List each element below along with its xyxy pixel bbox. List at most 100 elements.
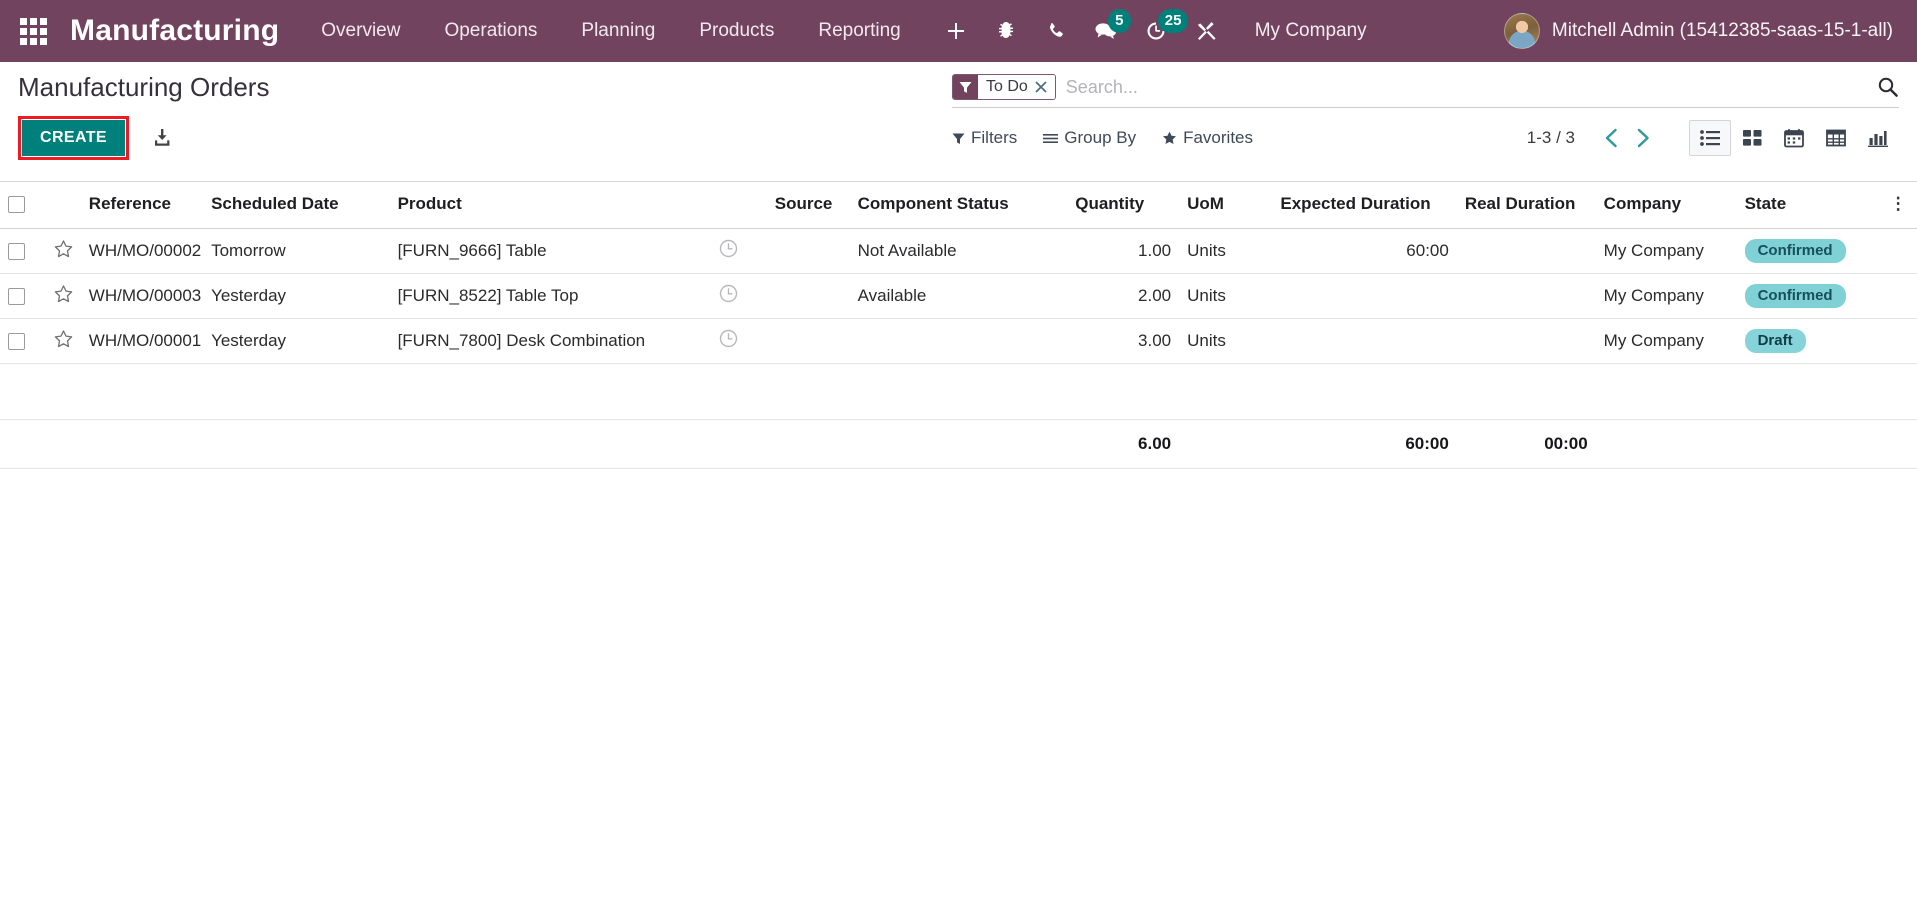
table-row[interactable]: WH/MO/00003 Yesterday [FURN_8522] Table … [0, 273, 1917, 319]
apps-menu-button[interactable] [10, 8, 56, 54]
row-select-cell [0, 318, 46, 364]
header-source[interactable]: Source [766, 182, 850, 229]
filters-label: Filters [971, 128, 1018, 147]
company-switcher[interactable]: My Company [1255, 20, 1367, 42]
total-quantity: 6.00 [1067, 419, 1180, 469]
clock-icon[interactable] [719, 329, 738, 353]
favorites-dropdown[interactable]: Favorites [1162, 128, 1253, 148]
chevron-left-icon[interactable] [1595, 127, 1627, 149]
cell-scheduled-date: Yesterday [203, 273, 390, 319]
pivot-view-icon[interactable] [1815, 120, 1857, 156]
header-uom[interactable]: UoM [1179, 182, 1273, 229]
header-reference[interactable]: Reference [80, 182, 204, 229]
status-badge: Confirmed [1744, 239, 1846, 263]
manufacturing-orders-list: Reference Scheduled Date Product Source … [0, 182, 1917, 829]
avatar [1503, 13, 1540, 49]
header-options: ⋮ [1881, 182, 1917, 229]
groupby-dropdown[interactable]: Group By [1043, 128, 1136, 148]
header-real-duration[interactable]: Real Duration [1456, 182, 1596, 229]
cell-expected-duration: 60:00 [1272, 228, 1457, 274]
star-icon[interactable] [54, 239, 73, 263]
cell-component-status: Not Available [849, 228, 1068, 274]
cell-activity [690, 273, 767, 319]
tools-icon[interactable] [1181, 9, 1231, 53]
graph-view-icon[interactable] [1857, 120, 1899, 156]
menu-item-products[interactable]: Products [677, 0, 796, 62]
row-favorite-cell [45, 273, 81, 319]
header-product[interactable]: Product [389, 182, 691, 229]
search-input[interactable] [1061, 76, 1867, 98]
cell-reference: WH/MO/00001 [80, 318, 204, 364]
search-panel: To Do [952, 72, 1899, 108]
cell-company: My Company [1595, 318, 1737, 364]
create-button[interactable]: CREATE [22, 120, 125, 156]
cell-company: My Company [1595, 228, 1737, 274]
table-header-row: Reference Scheduled Date Product Source … [0, 182, 1917, 229]
cell-real-duration [1456, 318, 1596, 364]
status-badge: Confirmed [1744, 284, 1846, 308]
filters-dropdown[interactable]: Filters [952, 128, 1017, 148]
row-checkbox[interactable] [8, 333, 25, 351]
row-checkbox[interactable] [8, 243, 25, 261]
star-icon[interactable] [54, 329, 73, 353]
orders-table: Reference Scheduled Date Product Source … [0, 182, 1917, 469]
table-row[interactable]: WH/MO/00001 Yesterday [FURN_7800] Desk C… [0, 318, 1917, 364]
menu-item-planning[interactable]: Planning [559, 0, 677, 62]
search-icon[interactable] [1867, 76, 1899, 98]
table-row[interactable]: WH/MO/00002 Tomorrow [FURN_9666] Table N… [0, 228, 1917, 274]
star-icon[interactable] [54, 284, 73, 308]
list-lines-icon [1043, 132, 1059, 145]
menu-item-operations[interactable]: Operations [422, 0, 559, 62]
activity-clock-icon[interactable]: 25 [1131, 9, 1189, 53]
row-checkbox[interactable] [8, 288, 25, 306]
apps-grid-icon [19, 17, 47, 45]
cell-uom: Units [1179, 273, 1273, 319]
cell-real-duration [1456, 273, 1596, 319]
empty-filler-row [0, 363, 1917, 420]
app-brand-title[interactable]: Manufacturing [70, 14, 279, 48]
header-scheduled-date[interactable]: Scheduled Date [203, 182, 390, 229]
search-facet-label: To Do [978, 75, 1035, 99]
page-title: Manufacturing Orders [18, 72, 270, 102]
menu-item-reporting[interactable]: Reporting [796, 0, 922, 62]
column-options-icon[interactable]: ⋮ [1890, 194, 1907, 213]
cell-activity [690, 318, 767, 364]
header-activity [690, 182, 767, 229]
header-component-status[interactable]: Component Status [849, 182, 1068, 229]
totals-row: 6.00 60:00 00:00 [0, 419, 1917, 469]
list-view-icon[interactable] [1689, 120, 1731, 156]
header-quantity[interactable]: Quantity [1067, 182, 1180, 229]
cell-state: Confirmed [1736, 273, 1882, 319]
bug-icon[interactable] [981, 9, 1031, 53]
funnel-icon [952, 132, 965, 145]
kanban-view-icon[interactable] [1731, 120, 1773, 156]
cell-source [766, 318, 850, 364]
clock-icon[interactable] [719, 239, 738, 263]
chevron-right-icon[interactable] [1627, 127, 1659, 149]
cell-state: Confirmed [1736, 228, 1882, 274]
cell-company: My Company [1595, 273, 1737, 319]
header-company[interactable]: Company [1595, 182, 1737, 229]
header-expected-duration[interactable]: Expected Duration [1272, 182, 1457, 229]
import-download-icon[interactable] [151, 127, 173, 149]
cell-product: [FURN_7800] Desk Combination [389, 318, 691, 364]
chat-bubble-icon[interactable]: 5 [1081, 9, 1131, 53]
menu-item-overview[interactable]: Overview [299, 0, 422, 62]
clock-icon[interactable] [719, 284, 738, 308]
phone-icon[interactable] [1031, 9, 1081, 53]
header-state[interactable]: State [1736, 182, 1882, 229]
calendar-view-icon[interactable] [1773, 120, 1815, 156]
row-favorite-cell [45, 228, 81, 274]
top-navbar: Manufacturing Overview Operations Planni… [0, 0, 1917, 62]
total-real-duration: 00:00 [1456, 419, 1596, 469]
cell-state: Draft [1736, 318, 1882, 364]
search-facet-remove-icon[interactable] [1034, 75, 1055, 99]
search-facet-to-do[interactable]: To Do [952, 74, 1056, 100]
select-all-header [0, 182, 46, 229]
row-select-cell [0, 273, 46, 319]
plus-icon[interactable] [931, 9, 981, 53]
select-all-checkbox[interactable] [8, 196, 25, 214]
control-panel-left: Manufacturing Orders CREATE [18, 72, 269, 160]
user-menu[interactable]: Mitchell Admin (15412385-saas-15-1-all) [1503, 13, 1899, 49]
control-panel: Manufacturing Orders CREATE To Do Search… [0, 62, 1917, 182]
